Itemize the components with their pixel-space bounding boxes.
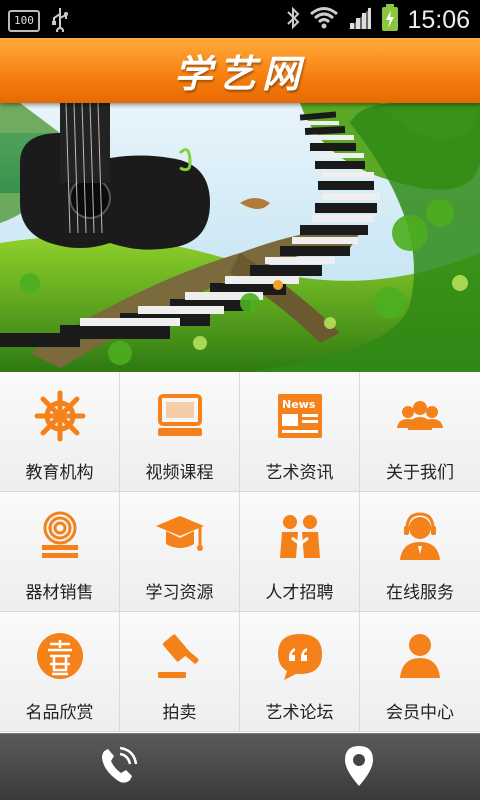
menu-item-label: 关于我们 bbox=[386, 463, 454, 483]
phone-icon bbox=[96, 744, 140, 792]
menu-item-label: 人才招聘 bbox=[265, 583, 334, 603]
menu-item-10[interactable]: 艺术论坛 bbox=[240, 612, 360, 732]
menu-item-label: 名品欣赏 bbox=[25, 703, 94, 723]
menu-item-label: 学习资源 bbox=[145, 583, 214, 603]
menu-item-label: 视频课程 bbox=[145, 463, 214, 483]
menu-item-8[interactable]: 名品欣赏 bbox=[0, 612, 120, 732]
menu-item-label: 艺术论坛 bbox=[265, 703, 334, 723]
ship-wheel-icon bbox=[32, 388, 88, 444]
coiled-wire-icon bbox=[32, 508, 88, 564]
svg-text:News: News bbox=[282, 398, 316, 411]
banner-image bbox=[0, 103, 480, 372]
signal-icon bbox=[347, 5, 373, 35]
menu-item-0[interactable]: 教育机构 bbox=[0, 372, 120, 492]
menu-item-label: 拍卖 bbox=[162, 703, 197, 723]
menu-item-label: 会员中心 bbox=[386, 703, 454, 723]
status-bar: 100 15:06 bbox=[0, 0, 480, 38]
news-icon: News bbox=[272, 388, 328, 444]
battery-percent-box: 100 bbox=[8, 10, 40, 32]
location-button[interactable] bbox=[335, 744, 383, 792]
wifi-icon bbox=[309, 5, 339, 35]
recruit-people-icon bbox=[272, 508, 328, 564]
battery-charging-icon bbox=[381, 4, 399, 36]
menu-item-1[interactable]: 视频课程 bbox=[120, 372, 240, 492]
speech-bubble-icon bbox=[272, 628, 328, 684]
menu-item-6[interactable]: 人才招聘 bbox=[240, 492, 360, 612]
menu-item-4[interactable]: 器材销售 bbox=[0, 492, 120, 612]
clock: 15:06 bbox=[407, 5, 470, 34]
computer-icon bbox=[152, 388, 208, 444]
headset-agent-icon bbox=[392, 508, 448, 564]
menu-item-5[interactable]: 学习资源 bbox=[120, 492, 240, 612]
app-header: 学艺网 bbox=[0, 38, 480, 103]
page-title: 学艺网 bbox=[173, 51, 306, 96]
graduation-cap-icon bbox=[152, 508, 208, 564]
menu-item-2[interactable]: News 艺术资讯 bbox=[240, 372, 360, 492]
bottom-bar bbox=[0, 733, 480, 800]
menu-item-label: 在线服务 bbox=[386, 583, 454, 603]
menu-item-9[interactable]: 拍卖 bbox=[120, 612, 240, 732]
menu-item-label: 艺术资讯 bbox=[265, 463, 334, 483]
menu-item-7[interactable]: 在线服务 bbox=[360, 492, 480, 612]
menu-item-label: 教育机构 bbox=[25, 463, 94, 483]
people-group-icon bbox=[392, 388, 448, 444]
seal-icon bbox=[32, 628, 88, 684]
map-pin-icon bbox=[341, 744, 377, 792]
menu-item-label: 器材销售 bbox=[25, 583, 94, 603]
phone-call-button[interactable] bbox=[94, 744, 142, 792]
menu-grid: 教育机构 视频课程 News 艺术资讯 关于我们器材销售 学习资源 人才招聘 在线服务名品欣赏… bbox=[0, 372, 480, 732]
bluetooth-icon bbox=[285, 5, 301, 35]
banner-carousel[interactable] bbox=[0, 103, 480, 372]
user-icon bbox=[392, 628, 448, 684]
gavel-icon bbox=[152, 628, 208, 684]
usb-icon bbox=[50, 6, 70, 36]
menu-item-3[interactable]: 关于我们 bbox=[360, 372, 480, 492]
menu-item-11[interactable]: 会员中心 bbox=[360, 612, 480, 732]
